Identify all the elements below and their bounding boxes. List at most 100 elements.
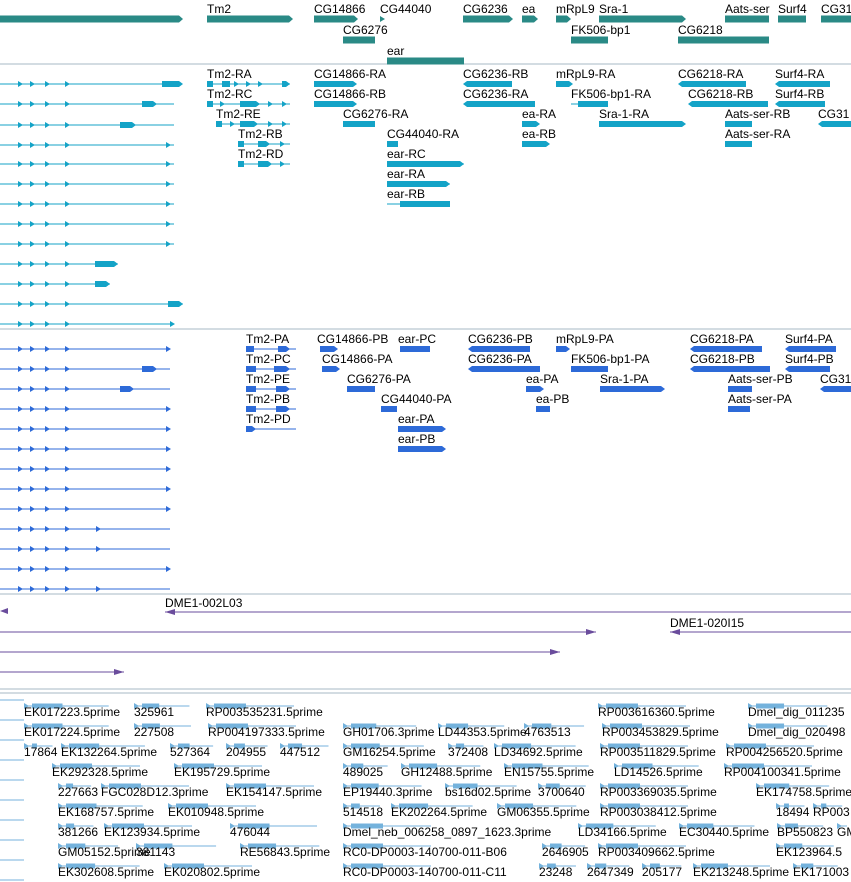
predicted-label: Surf4-PB	[785, 352, 834, 366]
predicted-label: CG6236-PB	[468, 332, 533, 346]
flybase-label: Tm2-RB	[238, 127, 283, 141]
flybase-label: Aats-ser-RB	[725, 107, 790, 121]
predicted-label: CG31	[820, 372, 851, 386]
predicted-label: mRpL9-PA	[556, 332, 614, 346]
flybase-label: CG14866-RB	[314, 87, 386, 101]
flybase-label: ear-RC	[387, 147, 426, 161]
predicted-label: CG6276-PA	[347, 372, 411, 386]
gene-glyph	[387, 57, 464, 65]
predicted-transcript-chevron	[65, 466, 70, 472]
est-label: RP003	[813, 805, 850, 819]
predicted-transcript-chevron	[45, 386, 50, 392]
flybase-transcript-chevron	[45, 281, 50, 287]
est-label: 2646905	[542, 845, 589, 859]
predicted-transcript-exon	[246, 426, 256, 432]
predicted-transcript-chevron	[65, 546, 70, 552]
gene-glyph	[380, 16, 385, 22]
flybase-label: CG44040-RA	[387, 127, 459, 141]
gene-glyph	[571, 36, 608, 44]
flybase-transcript-chevron	[45, 161, 50, 167]
gene-label: CG6236	[463, 2, 508, 16]
flybase-label: CG14866-RA	[314, 67, 386, 81]
flybase-transcript-exon	[282, 81, 290, 87]
genome-browser-canvas[interactable]: Tm2 CG14866 CG44040 CG6236 ea mRpL9 Sra-1 Aats-…	[0, 0, 851, 882]
predicted-transcript-chevron	[45, 566, 50, 572]
predicted-label: FK506-bp1-PA	[571, 352, 650, 366]
est-label: Dmel_dig_020498	[748, 725, 846, 739]
est-label: LD14526.5prime	[614, 765, 703, 779]
gene-label: CG6276	[343, 23, 388, 37]
predicted-transcript-chevron	[30, 526, 35, 532]
predicted-transcript-chevron	[30, 506, 35, 512]
est-label: BP550823	[777, 825, 833, 839]
flybase-transcript-chevron	[18, 281, 23, 287]
predicted-transcript-chevron	[30, 446, 35, 452]
predicted-label: Tm2-PE	[246, 372, 290, 386]
flybase-transcript-chevron	[45, 261, 50, 267]
predicted-transcript-chevron	[30, 466, 35, 472]
flybase-transcript-chevron	[30, 321, 35, 327]
predicted-transcript-chevron	[65, 426, 70, 432]
flybase-transcript-exon	[95, 261, 118, 267]
clone-arrow	[586, 629, 596, 635]
est-label: EK292328.5prime	[52, 765, 148, 779]
predicted-transcript-chevron	[65, 406, 70, 412]
predicted-label: Sra-1-PA	[600, 372, 648, 386]
est-label: EK168757.5prime	[58, 805, 154, 819]
predicted-transcript-chevron	[30, 386, 35, 392]
est-label: EK010948.5prime	[168, 805, 264, 819]
est-label: EK213248.5prime	[693, 865, 789, 879]
gene-label: CG14866	[314, 2, 366, 16]
predicted-transcript-chevron	[30, 346, 35, 352]
flybase-transcript-chevron	[18, 301, 23, 307]
predicted-transcript-chevron	[30, 426, 35, 432]
flybase-label: Tm2-RA	[207, 67, 252, 81]
predicted-transcript-exon	[820, 386, 851, 392]
est-label: RP004100341.5prime	[724, 765, 841, 779]
flybase-transcript-chevron	[65, 81, 70, 87]
flybase-transcript-chevron	[258, 81, 263, 87]
flybase-transcript-chevron	[30, 101, 35, 107]
flybase-transcript-chevron	[65, 261, 70, 267]
predicted-transcript-chevron	[18, 426, 23, 432]
flybase-transcript-chevron	[18, 142, 23, 148]
est-label: 372408	[448, 745, 488, 759]
est-label: RP003616360.5prime	[598, 705, 715, 719]
predicted-label: CG6218-PA	[690, 332, 754, 346]
gene-glyph	[314, 15, 358, 23]
flybase-transcript-chevron	[18, 321, 23, 327]
est-label: 205177	[642, 865, 682, 879]
est-label: bs16d02.5prime	[445, 785, 531, 799]
gene-label: Sra-1	[599, 2, 629, 16]
est-label: 527364	[170, 745, 210, 759]
flybase-label: Sra-1-RA	[599, 107, 649, 121]
flybase-transcript-chevron	[268, 101, 273, 107]
predicted-transcript-exon	[142, 366, 157, 372]
flybase-transcript-chevron	[18, 81, 23, 87]
est-label: LD44353.5prime	[438, 725, 527, 739]
gene-glyph	[556, 15, 571, 23]
flybase-transcript-chevron	[30, 301, 35, 307]
est-label: 447512	[280, 745, 320, 759]
predicted-label: Tm2-PD	[246, 412, 291, 426]
predicted-transcript-chevron	[18, 386, 23, 392]
flybase-transcript-chevron	[45, 101, 50, 107]
predicted-transcript-chevron	[96, 526, 101, 532]
predicted-transcript-chevron	[45, 406, 50, 412]
est-label: GM16254.5prime	[343, 745, 436, 759]
flybase-label: CG6218-RB	[688, 87, 753, 101]
predicted-transcript-chevron	[65, 586, 70, 592]
gene-label: CG31	[821, 2, 851, 16]
predicted-label: ear-PA	[398, 412, 434, 426]
flybase-transcript-chevron	[30, 261, 35, 267]
flybase-label: CG31	[818, 107, 850, 121]
predicted-label: CG6218-PB	[690, 352, 755, 366]
predicted-transcript-chevron	[30, 586, 35, 592]
flybase-transcript-exon	[95, 281, 110, 287]
flybase-transcript-chevron	[170, 321, 175, 327]
est-label: EP19440.3prime	[343, 785, 433, 799]
est-label: RP004197333.5prime	[208, 725, 325, 739]
gene-glyph	[678, 36, 769, 44]
predicted-label: ear-PC	[398, 332, 436, 346]
predicted-transcript-exon	[120, 386, 134, 392]
